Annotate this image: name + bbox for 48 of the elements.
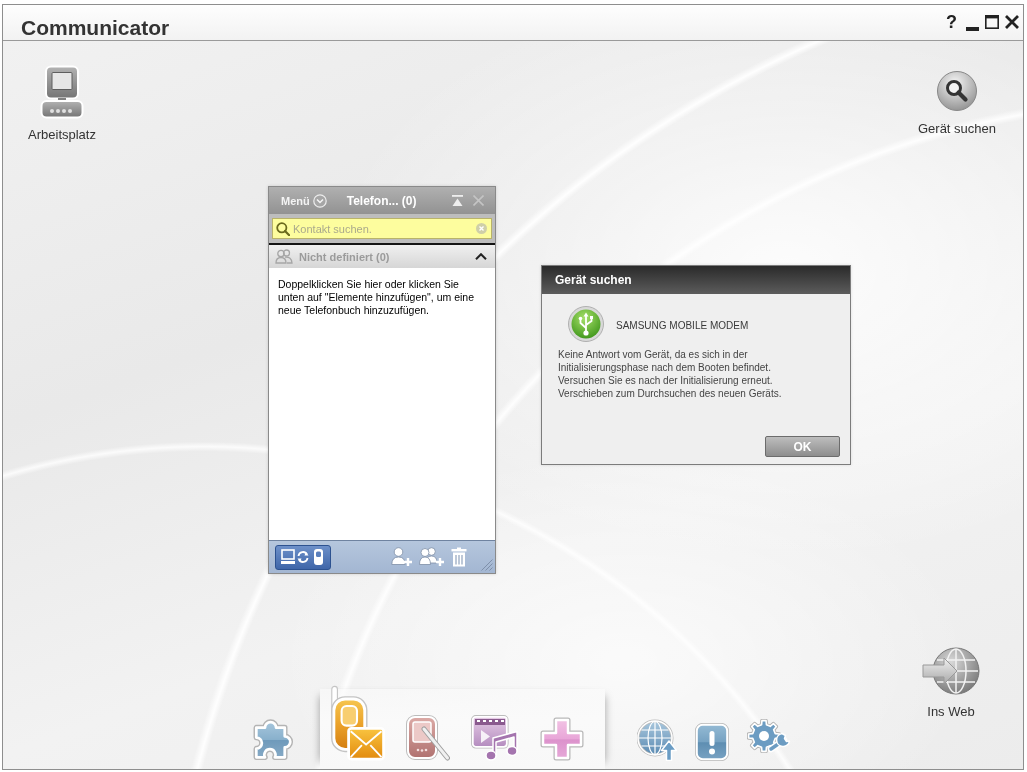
plus-icon <box>540 717 584 761</box>
add-people-icon <box>419 547 445 567</box>
exclamation-icon <box>695 723 729 761</box>
add-contact-button[interactable] <box>391 547 413 567</box>
people-icon <box>275 249 293 264</box>
resize-grip-icon[interactable] <box>481 559 493 571</box>
desktop-shortcut[interactable]: Ins Web <box>918 647 984 719</box>
maximize-icon <box>985 15 999 29</box>
phone-envelope-icon <box>329 685 385 761</box>
dock-button[interactable] <box>252 719 294 761</box>
dock-button[interactable] <box>637 719 677 761</box>
film-music-icon <box>471 715 519 761</box>
computer-icon <box>40 65 84 119</box>
help-button[interactable]: ? <box>943 12 960 32</box>
search-field[interactable]: Kontakt suchen. <box>272 218 492 239</box>
collapse-button[interactable] <box>449 195 466 206</box>
handheld-device-icon <box>406 715 450 761</box>
trash-icon <box>451 547 467 567</box>
clear-icon[interactable] <box>476 223 487 234</box>
panel-title: Telefon... (0) <box>346 193 417 208</box>
desktop-shortcut[interactable]: Gerät suchen <box>910 71 1004 136</box>
computer-phone-sync-icon <box>280 548 326 566</box>
globe-upload-icon <box>637 719 677 761</box>
delete-button[interactable] <box>451 547 467 567</box>
sync-button[interactable] <box>275 544 331 570</box>
collapse-icon <box>452 195 463 206</box>
chevron-down-icon <box>312 193 327 208</box>
dock-button[interactable] <box>406 715 450 761</box>
dock-button[interactable] <box>695 723 729 761</box>
dialog-title: Gerät suchen <box>555 273 632 287</box>
dock-button[interactable] <box>471 715 519 761</box>
dialog-message: Keine Antwort vom Gerät, da es sich in der Initialisierungsphase nach dem Booten befindet. Versuchen Sie es nach der Initialisierung erneut. Verschieben zum Durchsuchen des neuen Geräts. <box>558 348 783 400</box>
puzzle-icon <box>252 719 294 761</box>
globe-arrow-icon <box>922 647 980 695</box>
add-person-icon <box>391 547 413 567</box>
window-title: Communicator <box>21 16 170 40</box>
search-icon <box>276 221 290 236</box>
desktop-shortcut[interactable]: Arbeitsplatz <box>22 65 102 142</box>
search-icon <box>937 71 977 111</box>
dock-button[interactable] <box>329 685 385 761</box>
usb-icon <box>568 306 604 342</box>
add-group-button[interactable] <box>419 547 445 567</box>
dock-button[interactable] <box>540 717 584 761</box>
hint-text: Doppelklicken Sie hier oder klicken Sie unten auf "Elemente hinzufügen", um eine neue Telefonbuch hinzuzufügen. <box>278 278 475 317</box>
minimize-icon <box>966 27 979 31</box>
close-icon <box>473 195 484 206</box>
close-icon <box>1005 15 1019 29</box>
device-name: SAMSUNG MOBILE MODEM <box>616 319 749 331</box>
